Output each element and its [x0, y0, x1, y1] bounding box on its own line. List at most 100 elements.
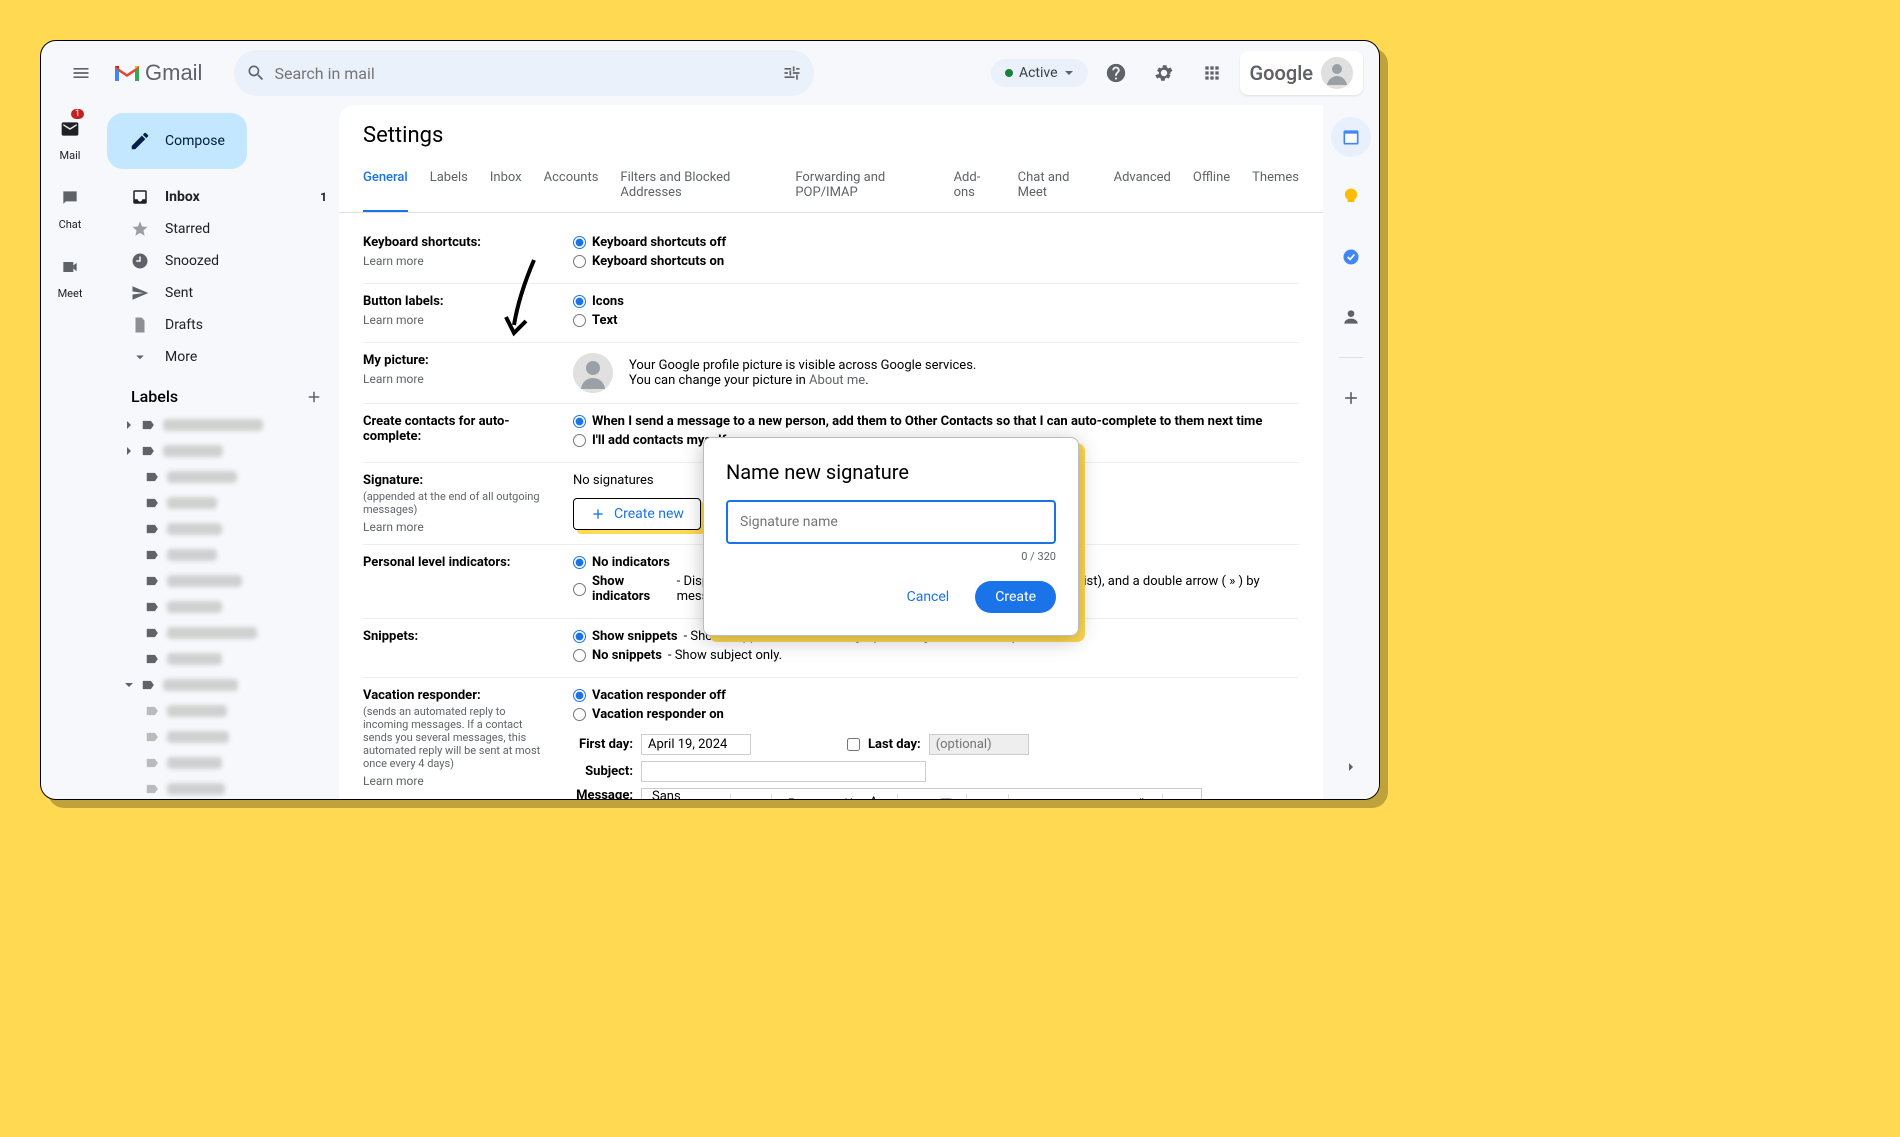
tab-addons[interactable]: Add-ons [954, 160, 996, 212]
learn-more-link[interactable]: Learn more [363, 313, 553, 327]
tab-inbox[interactable]: Inbox [490, 160, 522, 212]
nav-snoozed[interactable]: Snoozed [107, 245, 339, 277]
rail-meet[interactable]: Meet [54, 251, 86, 300]
status-pill[interactable]: Active [991, 59, 1088, 87]
numbered-list-button[interactable] [1016, 791, 1040, 799]
tune-icon[interactable] [782, 63, 802, 83]
rail-mail[interactable]: 1 Mail [54, 113, 86, 162]
get-addons[interactable] [1331, 378, 1371, 418]
learn-more-link[interactable]: Learn more [363, 372, 553, 386]
main-menu-button[interactable] [57, 49, 105, 97]
tab-general[interactable]: General [363, 160, 408, 212]
label-item[interactable] [107, 516, 339, 542]
label-item[interactable] [107, 594, 339, 620]
indent-less-button[interactable] [1073, 791, 1097, 799]
about-me-link[interactable]: About me [809, 373, 865, 388]
subject-input[interactable] [641, 761, 926, 782]
radio-icons[interactable] [573, 295, 586, 308]
radio-no-snippets[interactable] [573, 649, 586, 662]
label-item[interactable] [107, 542, 339, 568]
quote-button[interactable]: ” [1129, 791, 1153, 799]
tab-offline[interactable]: Offline [1193, 160, 1230, 212]
label-item[interactable] [107, 438, 339, 464]
radio-text[interactable] [573, 314, 586, 327]
nav-inbox[interactable]: Inbox1 [107, 181, 339, 213]
status-label: Active [1019, 65, 1058, 81]
label-item[interactable] [107, 698, 339, 724]
radio-show-snippets[interactable] [573, 630, 586, 643]
label-item[interactable] [107, 776, 339, 799]
underline-button[interactable]: U [837, 791, 861, 799]
rail-chat[interactable]: Chat [54, 182, 86, 231]
tab-filters[interactable]: Filters and Blocked Addresses [620, 160, 773, 212]
create-signature-button[interactable]: Create new [573, 498, 701, 530]
learn-more-link[interactable]: Learn more [363, 520, 553, 534]
settings-button[interactable] [1144, 53, 1184, 93]
side-panel [1323, 105, 1379, 799]
nav-starred[interactable]: Starred [107, 213, 339, 245]
label-item[interactable] [107, 672, 339, 698]
tab-forwarding[interactable]: Forwarding and POP/IMAP [795, 160, 931, 212]
person-icon [1341, 307, 1361, 327]
compose-button[interactable]: Compose [107, 113, 247, 169]
nav-sent[interactable]: Sent [107, 277, 339, 309]
radio-manualcontact[interactable] [573, 434, 586, 447]
clear-format-button[interactable]: T✕ [1171, 791, 1195, 799]
indent-more-button[interactable] [1101, 791, 1125, 799]
tab-chat-meet[interactable]: Chat and Meet [1018, 160, 1092, 212]
search-input[interactable] [266, 64, 782, 83]
tasks-addon[interactable] [1331, 237, 1371, 277]
plus-icon[interactable] [305, 388, 323, 406]
bullet-list-button[interactable] [1045, 791, 1069, 799]
calendar-addon[interactable] [1331, 117, 1371, 157]
search-bar[interactable] [234, 50, 814, 96]
first-day-input[interactable] [641, 734, 751, 755]
image-button[interactable] [934, 791, 958, 799]
label-item[interactable] [107, 490, 339, 516]
keep-addon[interactable] [1331, 177, 1371, 217]
nav-more[interactable]: More [107, 341, 339, 373]
google-account[interactable]: Google [1240, 51, 1363, 95]
learn-more-link[interactable]: Learn more [363, 774, 553, 788]
tab-labels[interactable]: Labels [430, 160, 468, 212]
align-button[interactable]: ▾ [975, 791, 999, 799]
tab-themes[interactable]: Themes [1252, 160, 1299, 212]
collapse-panel[interactable] [1331, 747, 1371, 787]
modal-title: Name new signature [726, 460, 1056, 484]
sidebar: Compose Inbox1 Starred Snoozed Sent Draf… [99, 105, 339, 799]
label-item[interactable] [107, 646, 339, 672]
italic-button[interactable]: I [808, 791, 832, 799]
label-item[interactable] [107, 750, 339, 776]
link-button[interactable] [906, 791, 930, 799]
signature-name-input[interactable] [726, 500, 1056, 544]
radio-vacation-off[interactable] [573, 689, 586, 702]
create-button[interactable]: Create [975, 581, 1056, 613]
text-color-button[interactable]: A▾ [865, 791, 889, 799]
tab-accounts[interactable]: Accounts [544, 160, 599, 212]
radio-shortcuts-on[interactable] [573, 255, 586, 268]
support-button[interactable] [1096, 53, 1136, 93]
radio-show-indicators[interactable] [573, 583, 586, 596]
font-size-button[interactable]: тт▾ [739, 791, 763, 799]
radio-vacation-on[interactable] [573, 708, 586, 721]
gmail-logo[interactable]: Gmail [113, 60, 202, 86]
radio-shortcuts-off[interactable] [573, 236, 586, 249]
nav-drafts[interactable]: Drafts [107, 309, 339, 341]
label-item[interactable] [107, 412, 339, 438]
cancel-button[interactable]: Cancel [891, 581, 966, 613]
label-item[interactable] [107, 724, 339, 750]
gmail-icon [113, 62, 141, 84]
contacts-addon[interactable] [1331, 297, 1371, 337]
apps-button[interactable] [1192, 53, 1232, 93]
last-day-checkbox[interactable] [847, 738, 860, 751]
radio-no-indicators[interactable] [573, 556, 586, 569]
label-item[interactable] [107, 568, 339, 594]
font-select[interactable]: Sans Serif [648, 789, 711, 799]
learn-more-link[interactable]: Learn more [363, 254, 553, 268]
last-day-input[interactable] [929, 734, 1029, 755]
label-item[interactable] [107, 464, 339, 490]
radio-autocontact[interactable] [573, 415, 586, 428]
tab-advanced[interactable]: Advanced [1114, 160, 1171, 212]
bold-button[interactable]: B [780, 791, 804, 799]
label-item[interactable] [107, 620, 339, 646]
